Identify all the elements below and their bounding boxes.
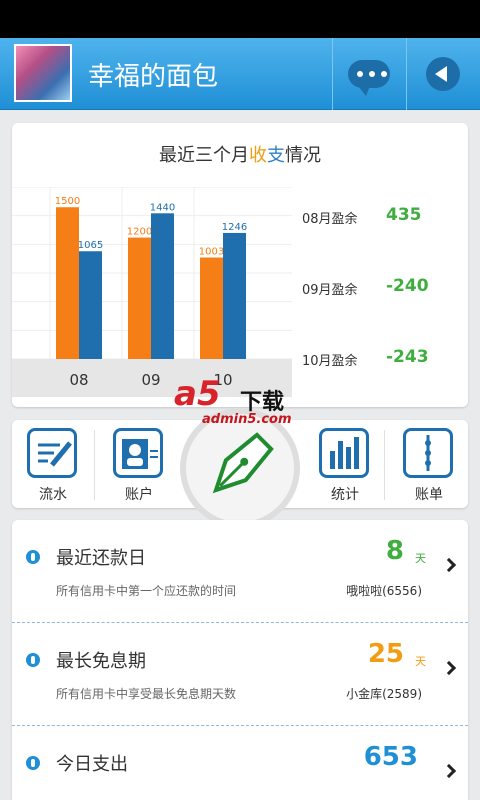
data-label: 1440 <box>150 202 175 213</box>
balance-row: 09月盈余 -240 <box>302 276 462 300</box>
tool-label: 账户 <box>125 487 153 503</box>
title-bar: 幸福的面包 <box>0 38 480 110</box>
tool-label: 统计 <box>331 487 359 503</box>
balance-value: -243 <box>386 347 429 367</box>
info-icon <box>26 653 40 667</box>
chart-title: 最近三个月收支情况 <box>159 145 321 166</box>
tool-label: 流水 <box>39 487 67 503</box>
row-subtitle: 所有信用卡中第一个应还款的时间 <box>56 584 237 598</box>
tool-bills[interactable]: 账单 <box>394 428 464 504</box>
watermark: a5 下载 admin5.com <box>170 372 310 430</box>
row-card: 哦啦啦(6556) <box>346 584 422 598</box>
app-title: 幸福的面包 <box>88 62 219 92</box>
balance-row: 08月盈余 435 <box>302 205 462 229</box>
row-unit: 天 <box>415 552 426 565</box>
chevron-right-icon <box>441 763 457 779</box>
fountain-pen-icon <box>212 432 274 494</box>
row-title: 最长免息期 <box>56 651 146 672</box>
row-unit: 天 <box>415 655 426 668</box>
chart-bar <box>200 257 223 359</box>
row-value: 8 <box>385 536 404 566</box>
row-value: 653 <box>363 742 418 772</box>
back-arrow-icon <box>426 57 460 91</box>
balance-value: 435 <box>386 205 422 225</box>
tool-stats[interactable]: 统计 <box>310 428 380 504</box>
x-tick-label: 08 <box>69 371 88 389</box>
chat-button[interactable] <box>333 38 405 110</box>
chart-bar <box>128 237 151 359</box>
tool-accounts[interactable]: 账户 <box>104 428 174 504</box>
notepad-pencil-icon <box>27 428 77 478</box>
back-button[interactable] <box>407 38 479 110</box>
chevron-right-icon <box>441 660 457 676</box>
info-icon <box>26 550 40 564</box>
avatar[interactable] <box>14 44 72 102</box>
data-label: 1500 <box>55 196 80 207</box>
row-card: 小金库(2589) <box>346 687 422 701</box>
tool-divider <box>384 430 385 500</box>
watermark-logo: a5 <box>174 374 221 414</box>
tool-divider <box>94 430 95 500</box>
row-title: 今日支出 <box>56 754 128 775</box>
data-label: 1246 <box>222 222 247 233</box>
summary-card: 最近三个月收支情况 1500 1065 08 1200 1440 09 1003 1246 10… <box>12 123 468 407</box>
id-card-icon <box>113 428 163 478</box>
chat-bubble-icon <box>348 60 390 96</box>
income-expense-chart: 150010650812001440091003124610 <box>12 187 292 397</box>
balance-value: -240 <box>386 276 429 296</box>
data-label: 1200 <box>127 227 152 238</box>
chart-bar <box>223 232 246 359</box>
status-bar <box>0 0 480 38</box>
balance-label: 08月盈余 <box>302 212 358 227</box>
tool-label: 账单 <box>415 487 443 503</box>
chart-bar <box>151 213 174 359</box>
row-subtitle: 所有信用卡中享受最长免息期天数 <box>56 687 237 701</box>
repayment-row[interactable]: 最近还款日 8 天 所有信用卡中第一个应还款的时间 哦啦啦(6556) <box>12 520 468 623</box>
balance-row: 10月盈余 -243 <box>302 347 462 371</box>
ledger-icon <box>403 428 453 478</box>
today-spend-row[interactable]: 今日支出 653 <box>12 726 468 800</box>
data-label: 1003 <box>199 247 224 258</box>
data-label: 1065 <box>78 240 103 251</box>
x-tick-label: 09 <box>141 371 160 389</box>
watermark-url: admin5.com <box>202 412 292 427</box>
free-interest-row[interactable]: 最长免息期 25 天 所有信用卡中享受最长免息期天数 小金库(2589) <box>12 623 468 726</box>
balance-label: 09月盈余 <box>302 283 358 298</box>
row-title: 最近还款日 <box>56 548 146 569</box>
chart-bar <box>56 207 79 359</box>
row-value: 25 <box>367 639 404 669</box>
info-card: 最近还款日 8 天 所有信用卡中第一个应还款的时间 哦啦啦(6556) 最长免息… <box>12 520 468 800</box>
tool-flow[interactable]: 流水 <box>18 428 88 504</box>
chevron-right-icon <box>441 557 457 573</box>
balance-label: 10月盈余 <box>302 354 358 369</box>
chart-bar <box>79 251 102 359</box>
info-icon <box>26 756 40 770</box>
bar-chart-icon <box>319 428 369 478</box>
